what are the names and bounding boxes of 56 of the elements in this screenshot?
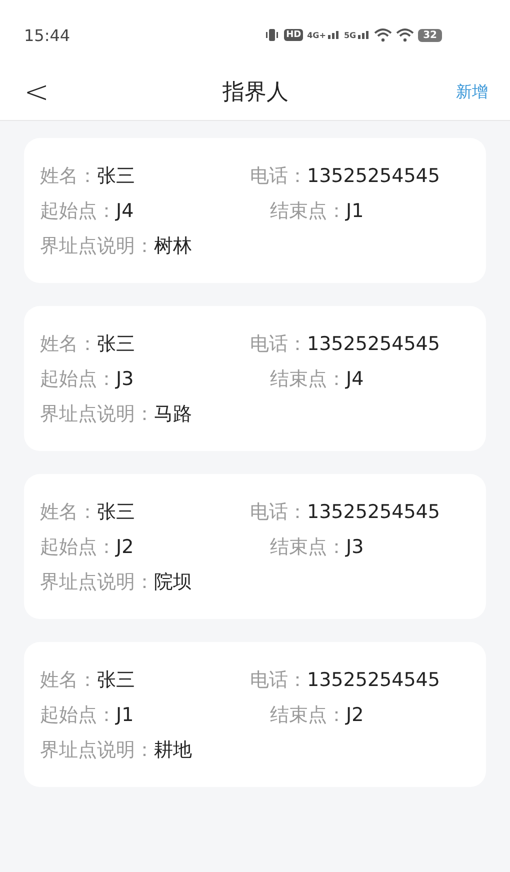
wifi-icon — [396, 28, 414, 42]
field-label: 结束点： — [270, 704, 346, 726]
network-label: 5G — [344, 30, 356, 40]
field-label: 界址点说明： — [40, 570, 154, 592]
field-label: 结束点： — [270, 368, 346, 390]
hd-badge: HD — [284, 29, 304, 41]
field-value: J1 — [116, 704, 134, 726]
field-value: 张三 — [97, 164, 135, 186]
field-label: 电话： — [250, 164, 307, 186]
network-label: 4G+ — [307, 30, 326, 40]
field-label: 起始点： — [40, 200, 116, 222]
field-label: 界址点说明： — [40, 234, 154, 256]
field-value: 院坝 — [154, 570, 192, 592]
field-value: 13525254545 — [307, 332, 440, 354]
field-value: 耕地 — [154, 738, 192, 760]
vibrate-icon — [264, 28, 280, 42]
signal-icon — [328, 31, 340, 39]
field-label: 起始点： — [40, 368, 116, 390]
field-value: 张三 — [97, 500, 135, 522]
wifi-icon — [374, 28, 392, 42]
status-time: 15:44 — [24, 26, 70, 44]
field-label: 姓名： — [40, 164, 97, 186]
field-label: 电话： — [250, 500, 307, 522]
field-label: 起始点： — [40, 704, 116, 726]
back-button[interactable]: < — [18, 74, 56, 110]
field-value: J3 — [346, 536, 364, 558]
field-value: J2 — [346, 704, 364, 726]
field-value: 张三 — [97, 332, 135, 354]
field-label: 电话： — [250, 332, 307, 354]
field-value: 树林 — [154, 234, 192, 256]
field-value: 13525254545 — [307, 500, 440, 522]
field-value: J4 — [116, 200, 134, 222]
field-value: 13525254545 — [307, 164, 440, 186]
field-label: 结束点： — [270, 536, 346, 558]
battery-indicator: 32 — [418, 28, 442, 42]
field-label: 界址点说明： — [40, 402, 154, 424]
field-value: 13525254545 — [307, 668, 440, 690]
field-label: 界址点说明： — [40, 738, 154, 760]
field-value: 张三 — [97, 668, 135, 690]
record-card[interactable]: 姓名：张三 电话：13525254545 起始点：J3 结束点：J4 界址点说明：马路 — [24, 306, 486, 451]
field-value: J3 — [116, 368, 134, 390]
field-value: J4 — [346, 368, 364, 390]
field-label: 起始点： — [40, 536, 116, 558]
record-card[interactable]: 姓名：张三 电话：13525254545 起始点：J2 结束点：J3 界址点说明：院坝 — [24, 474, 486, 619]
page-title: 指界人 — [222, 79, 289, 107]
field-value: J2 — [116, 536, 134, 558]
field-value: J1 — [346, 200, 364, 222]
field-label: 姓名： — [40, 500, 97, 522]
field-label: 结束点： — [270, 200, 346, 222]
field-value: 马路 — [154, 402, 192, 424]
field-label: 姓名： — [40, 332, 97, 354]
field-label: 姓名： — [40, 668, 97, 690]
record-card[interactable]: 姓名：张三 电话：13525254545 起始点：J1 结束点：J2 界址点说明：耕地 — [24, 642, 486, 787]
field-label: 电话： — [250, 668, 307, 690]
record-card[interactable]: 姓名：张三 电话：13525254545 起始点：J4 结束点：J1 界址点说明：树林 — [24, 138, 486, 283]
signal-icon — [358, 31, 370, 39]
